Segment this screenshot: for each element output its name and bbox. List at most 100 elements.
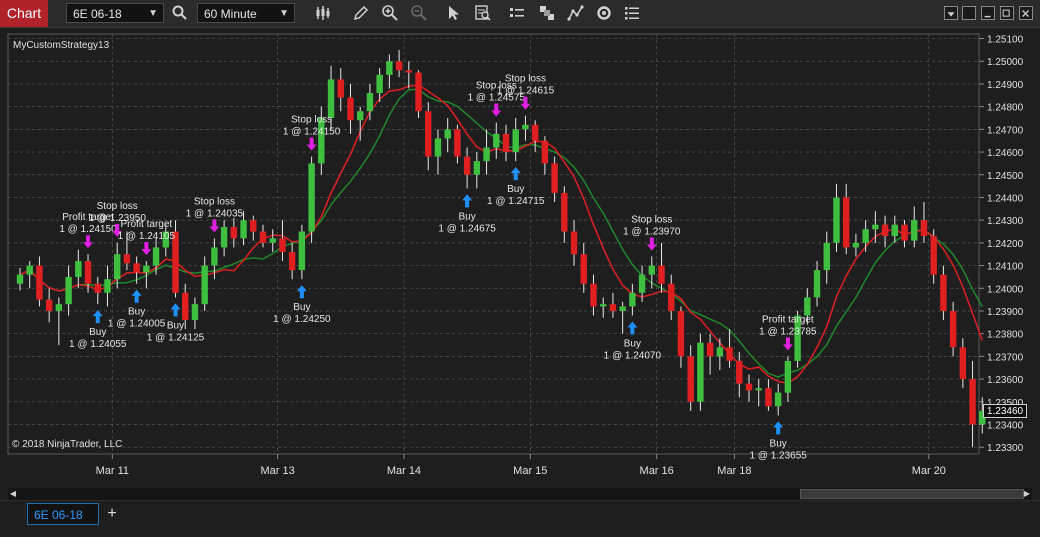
candle-body bbox=[220, 226, 228, 248]
scroll-thumb[interactable] bbox=[800, 489, 1024, 499]
x-tick-label: Mar 20 bbox=[912, 465, 946, 477]
candle-body bbox=[250, 220, 257, 232]
add-tab-icon[interactable]: + bbox=[102, 503, 122, 525]
exit-label: Profit target bbox=[121, 219, 173, 230]
scroll-right-icon[interactable]: ▶ bbox=[1022, 488, 1032, 500]
close-icon[interactable] bbox=[1019, 6, 1033, 20]
instrument-value: 6E 06-18 bbox=[73, 7, 122, 21]
maximize-icon[interactable] bbox=[1000, 6, 1014, 20]
candle-body bbox=[804, 297, 811, 316]
candle-body bbox=[298, 231, 306, 271]
candle-body bbox=[65, 276, 72, 305]
candle-body bbox=[133, 263, 140, 273]
candle-body bbox=[211, 247, 218, 266]
buy-price-label: 1 @ 1.23655 bbox=[749, 450, 807, 461]
minimize-icon[interactable] bbox=[981, 6, 995, 20]
buy-price-label: 1 @ 1.24715 bbox=[487, 196, 545, 207]
candle-body bbox=[366, 93, 374, 112]
instrument-list-icon[interactable] bbox=[508, 4, 526, 22]
candle-body bbox=[911, 220, 918, 241]
properties-icon[interactable] bbox=[623, 4, 641, 22]
buy-label: Buy bbox=[128, 307, 145, 318]
candle-body bbox=[940, 274, 947, 311]
exit-price-label: 1 @ 1.24150 bbox=[283, 127, 341, 138]
refresh-icon[interactable] bbox=[595, 4, 613, 22]
menu-icon[interactable] bbox=[944, 6, 958, 20]
y-tick-label: 1.24000 bbox=[987, 284, 1024, 295]
buy-price-label: 1 @ 1.24675 bbox=[438, 223, 496, 234]
exit-price-label: 1 @ 1.23785 bbox=[759, 326, 817, 337]
candle-body bbox=[434, 138, 442, 157]
exit-label: Stop loss bbox=[291, 115, 332, 126]
candle-body bbox=[551, 163, 558, 193]
candle-body bbox=[784, 360, 792, 393]
candle-body bbox=[648, 265, 655, 275]
buy-price-label: 1 @ 1.24005 bbox=[108, 319, 166, 330]
candle-body bbox=[745, 383, 753, 391]
buy-label: Buy bbox=[507, 184, 524, 195]
candle-body bbox=[541, 140, 549, 164]
window-tile-icon[interactable] bbox=[962, 6, 976, 20]
chart-panel[interactable]: 1.25100 1.25000 1.24900 1.24800 1.24700 1.246… bbox=[0, 28, 1040, 486]
candle-body bbox=[774, 392, 782, 407]
templates-icon[interactable] bbox=[538, 4, 556, 22]
candle-body bbox=[697, 342, 704, 402]
candle-body bbox=[308, 163, 315, 232]
candle-body bbox=[16, 274, 24, 284]
horizontal-scrollbar[interactable]: ◀ ▶ bbox=[8, 488, 1032, 500]
buy-label: Buy bbox=[624, 339, 641, 350]
candle-body bbox=[55, 304, 63, 311]
candle-body bbox=[872, 224, 879, 230]
candle-body bbox=[638, 274, 646, 293]
candle-body bbox=[143, 265, 150, 273]
pointer-icon[interactable] bbox=[444, 4, 462, 22]
y-tick-label: 1.23400 bbox=[987, 420, 1024, 431]
interval-selector[interactable]: 60 Minute ▼ bbox=[197, 3, 295, 23]
y-tick-label: 1.24400 bbox=[987, 193, 1024, 204]
candle-body bbox=[687, 356, 694, 402]
candle-body bbox=[405, 70, 412, 73]
candle-body bbox=[726, 347, 733, 361]
y-tick-label: 1.24600 bbox=[987, 148, 1024, 159]
x-tick-label: Mar 16 bbox=[640, 465, 674, 477]
bars-type-icon[interactable] bbox=[314, 4, 332, 22]
instrument-selector[interactable]: 6E 06-18 ▼ bbox=[66, 3, 164, 23]
exit-label: Stop loss bbox=[97, 201, 138, 212]
candle-body bbox=[45, 299, 53, 311]
exit-price-label: 1 @ 1.24615 bbox=[497, 86, 555, 97]
candle-body bbox=[959, 347, 967, 380]
candle-body bbox=[288, 251, 296, 271]
candle-body bbox=[813, 270, 821, 298]
candle-body bbox=[600, 304, 607, 307]
candle-body bbox=[337, 79, 344, 98]
draw-tool-icon[interactable] bbox=[352, 4, 370, 22]
x-tick-label: Mar 15 bbox=[513, 465, 547, 477]
candle-body bbox=[843, 197, 850, 248]
candle-body bbox=[570, 231, 578, 255]
interval-value: 60 Minute bbox=[204, 7, 257, 21]
zoom-in-icon[interactable] bbox=[381, 4, 399, 22]
candle-body bbox=[561, 192, 568, 232]
last-price-marker: 1.23460 bbox=[983, 403, 1027, 418]
zoom-out-icon[interactable] bbox=[410, 4, 428, 22]
search-icon[interactable] bbox=[171, 4, 189, 22]
exit-label: Stop loss bbox=[194, 196, 235, 207]
candle-body bbox=[259, 231, 267, 243]
candle-body bbox=[706, 342, 714, 357]
buy-label: Buy bbox=[167, 320, 184, 331]
candle-body bbox=[609, 304, 617, 311]
candle-body bbox=[454, 129, 461, 157]
candle-body bbox=[920, 220, 928, 237]
buy-label: Buy bbox=[293, 302, 310, 313]
price-chart[interactable]: 1.25100 1.25000 1.24900 1.24800 1.24700 1.246… bbox=[0, 28, 1040, 486]
y-tick-label: 1.24500 bbox=[987, 171, 1024, 182]
x-tick-label: Mar 13 bbox=[260, 465, 294, 477]
candle-body bbox=[590, 283, 597, 307]
data-box-icon[interactable] bbox=[474, 4, 492, 22]
tab-instrument[interactable]: 6E 06-18 bbox=[27, 503, 99, 525]
candle-body bbox=[493, 133, 500, 148]
strategies-icon[interactable] bbox=[567, 4, 585, 22]
scroll-left-icon[interactable]: ◀ bbox=[8, 488, 18, 500]
candle-body bbox=[512, 129, 519, 153]
tab-bar: 6E 06-18 + bbox=[0, 500, 1040, 537]
